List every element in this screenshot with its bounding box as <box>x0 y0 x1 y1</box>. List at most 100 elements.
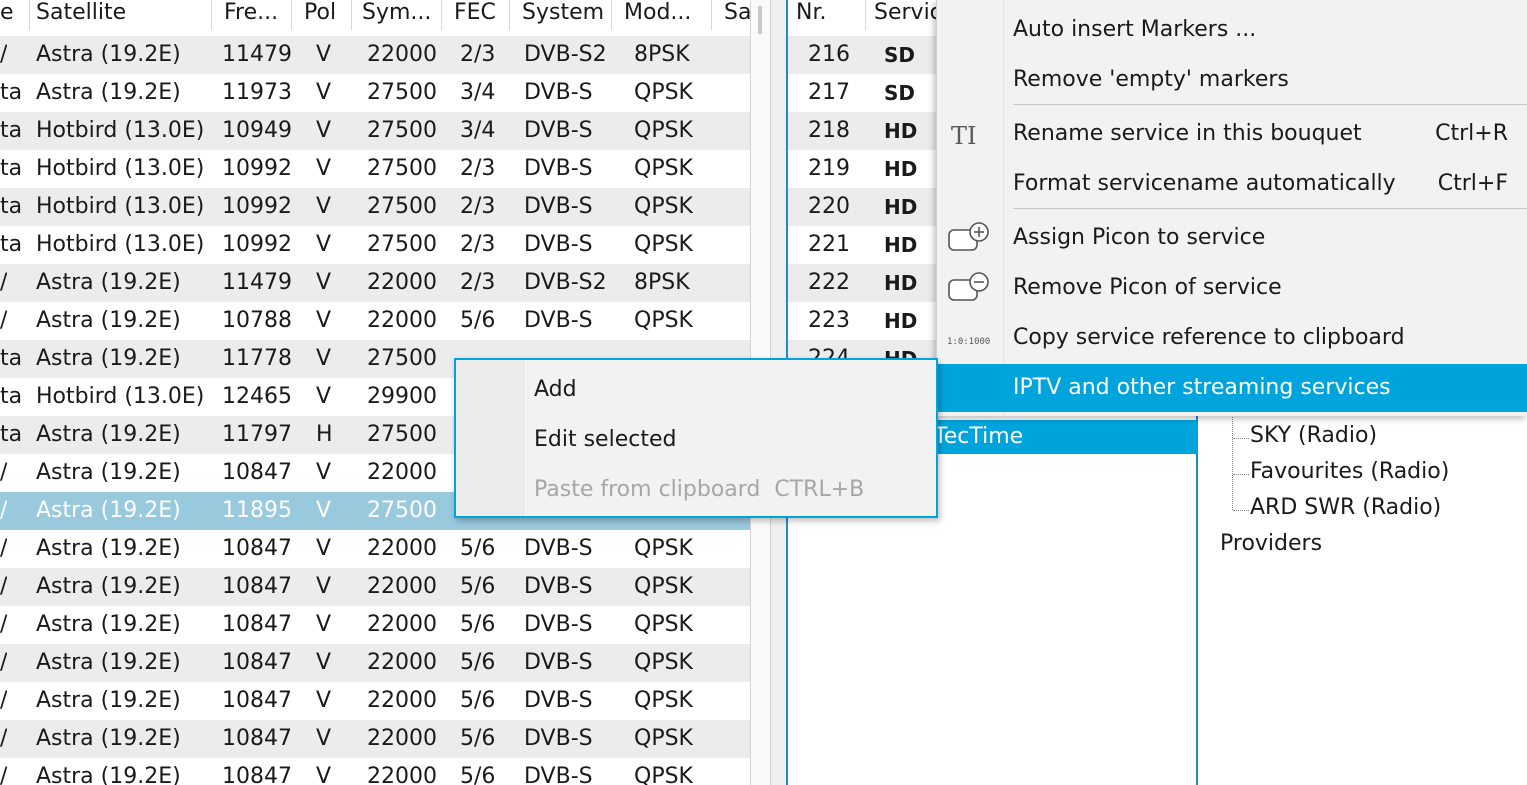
cell-type: ta <box>0 194 23 219</box>
menu-item-assign-picon[interactable]: Assign Picon to service <box>937 214 1527 262</box>
cell-symbolrate: 27500 <box>367 80 437 105</box>
cell-symbolrate: 27500 <box>367 232 437 257</box>
table-row[interactable]: ta Hotbird (13.0E) 10992 V 27500 2/3 DVB-S QPSK <box>0 188 750 226</box>
cell-number: 218 <box>808 118 850 143</box>
tree-item-sky-radio[interactable]: SKY (Radio) <box>1250 421 1377 451</box>
cell-satellite: Astra (19.2E) <box>36 764 181 785</box>
cell-service-type: SD <box>884 43 916 67</box>
column-header-type[interactable]: e <box>0 0 30 30</box>
cell-satellite: Astra (19.2E) <box>36 688 181 713</box>
cell-type: / <box>0 270 8 295</box>
table-row[interactable]: ta Hotbird (13.0E) 10949 V 27500 3/4 DVB-S QPSK <box>0 112 750 150</box>
cell-frequency: 11479 <box>222 42 292 67</box>
table-row[interactable]: 219 HD <box>788 150 936 188</box>
cell-system: DVB-S <box>524 612 593 637</box>
cell-type: / <box>0 650 8 675</box>
cell-fec: 2/3 <box>460 42 496 67</box>
menu-item-rename-service[interactable]: TI Rename service in this bouquet Ctrl+R <box>937 110 1527 158</box>
cell-frequency: 11895 <box>222 498 292 523</box>
column-header-sat-extra[interactable]: Sa <box>712 0 750 30</box>
cell-symbolrate: 22000 <box>367 42 437 67</box>
column-header-service[interactable]: Servic <box>866 0 936 30</box>
table-row[interactable]: / Astra (19.2E) 10847 V 22000 5/6 DVB-S QPSK <box>0 758 750 785</box>
cell-system: DVB-S2 <box>524 42 607 67</box>
cell-system: DVB-S <box>524 688 593 713</box>
cell-fec: 5/6 <box>460 308 496 333</box>
table-row[interactable]: / Astra (19.2E) 10847 V 22000 5/6 DVB-S QPSK <box>0 568 750 606</box>
scrollbar-thumb[interactable] <box>758 6 762 34</box>
menu-item-format-servicename[interactable]: Format servicename automatically Ctrl+F <box>937 160 1527 208</box>
cell-satellite: Hotbird (13.0E) <box>36 194 205 219</box>
cell-service-type: SD <box>884 81 916 105</box>
table-row[interactable]: / Astra (19.2E) 10847 V 22000 5/6 DVB-S QPSK <box>0 644 750 682</box>
table-row[interactable]: 217 SD <box>788 74 936 112</box>
column-header-number[interactable]: Nr. <box>788 0 866 30</box>
cell-system: DVB-S <box>524 308 593 333</box>
tree-item-ard-swr-radio[interactable]: ARD SWR (Radio) <box>1250 493 1441 523</box>
cell-system: DVB-S <box>524 574 593 599</box>
table-row[interactable]: 223 HD <box>788 302 936 340</box>
table-row[interactable]: 220 HD <box>788 188 936 226</box>
menu-item-add[interactable]: Add <box>534 368 577 412</box>
column-header-satellite[interactable]: Satellite <box>30 0 212 30</box>
table-row[interactable]: / Astra (19.2E) 10847 V 22000 5/6 DVB-S QPSK <box>0 682 750 720</box>
cell-symbolrate: 22000 <box>367 308 437 333</box>
menu-item-auto-insert-markers[interactable]: Auto insert Markers ... <box>937 6 1527 54</box>
cell-fec: 5/6 <box>460 688 496 713</box>
column-header-modulation[interactable]: Mod... <box>612 0 712 30</box>
cell-polarisation: V <box>316 574 332 599</box>
table-row[interactable]: / Astra (19.2E) 10847 V 22000 5/6 DVB-S QPSK <box>0 530 750 568</box>
table-row[interactable]: 222 HD <box>788 264 936 302</box>
cell-service-type: HD <box>884 271 918 295</box>
cell-service-type: HD <box>884 157 918 181</box>
cell-polarisation: V <box>316 536 332 561</box>
cell-type: / <box>0 574 8 599</box>
table-row[interactable]: 221 HD <box>788 226 936 264</box>
cell-satellite: Astra (19.2E) <box>36 650 181 675</box>
menu-item-remove-empty-markers[interactable]: Remove 'empty' markers <box>937 56 1527 104</box>
column-header-symbolrate[interactable]: Sym... <box>352 0 442 30</box>
bouquet-context-menu[interactable]: Auto insert Markers ... Remove 'empty' m… <box>936 0 1527 416</box>
table-row[interactable]: 224 HD <box>788 340 936 360</box>
table-row[interactable]: ta Astra (19.2E) 11973 V 27500 3/4 DVB-S QPSK <box>0 74 750 112</box>
cell-modulation: QPSK <box>634 308 693 333</box>
cell-frequency: 10847 <box>222 764 292 785</box>
cell-satellite: Astra (19.2E) <box>36 536 181 561</box>
table-row[interactable]: / Astra (19.2E) 10847 V 22000 5/6 DVB-S QPSK <box>0 720 750 758</box>
bouquet-tree[interactable]: SKY (Radio) Favourites (Radio) ARD SWR (… <box>1200 410 1527 785</box>
menu-item-remove-picon[interactable]: Remove Picon of service <box>937 264 1527 312</box>
menu-item-label: Assign Picon to service <box>1013 225 1266 250</box>
table-row[interactable]: / Astra (19.2E) 11479 V 22000 2/3 DVB-S2 8PSK <box>0 264 750 302</box>
cell-frequency: 11797 <box>222 422 292 447</box>
cell-modulation: QPSK <box>634 726 693 751</box>
cell-symbolrate: 22000 <box>367 460 437 485</box>
table-row[interactable]: 218 HD <box>788 112 936 150</box>
table-row[interactable]: / Astra (19.2E) 11479 V 22000 2/3 DVB-S2 8PSK <box>0 36 750 74</box>
menu-item-copy-service-reference[interactable]: 1:0:1000 Copy service reference to clipb… <box>937 314 1527 362</box>
menu-item-paste-from-clipboard[interactable]: Paste from clipboard CTRL+B <box>534 468 864 512</box>
cell-polarisation: V <box>316 80 332 105</box>
tree-item-providers[interactable]: Providers <box>1220 529 1322 559</box>
cell-frequency: 10992 <box>222 156 292 181</box>
menu-item-edit-selected[interactable]: Edit selected <box>534 418 676 462</box>
column-header-polarisation[interactable]: Pol <box>292 0 352 30</box>
table-row[interactable]: ta Hotbird (13.0E) 10992 V 27500 2/3 DVB-S QPSK <box>0 226 750 264</box>
cell-number: 221 <box>808 232 850 257</box>
bouquet-services-table[interactable]: Nr. Servic 216 SD 217 SD 218 HD 219 HD 220 HD 221 H… <box>786 0 936 360</box>
cell-polarisation: V <box>316 460 332 485</box>
table-row[interactable]: / Astra (19.2E) 10847 V 22000 5/6 DVB-S QPSK <box>0 606 750 644</box>
table-row[interactable]: 216 SD <box>788 36 936 74</box>
cell-satellite: Astra (19.2E) <box>36 346 181 371</box>
column-header-system[interactable]: System <box>510 0 612 30</box>
cell-fec: 3/4 <box>460 80 496 105</box>
cell-satellite: Hotbird (13.0E) <box>36 156 205 181</box>
menu-item-iptv-streaming[interactable]: IPTV and other streaming services <box>937 364 1527 412</box>
services-context-menu[interactable]: Add Edit selected Paste from clipboard C… <box>454 358 938 518</box>
column-header-frequency[interactable]: Fre... <box>212 0 292 30</box>
column-header-fec[interactable]: FEC <box>442 0 510 30</box>
cell-frequency: 11479 <box>222 270 292 295</box>
tree-item-favourites-radio[interactable]: Favourites (Radio) <box>1250 457 1449 487</box>
table-row[interactable]: ta Hotbird (13.0E) 10992 V 27500 2/3 DVB-S QPSK <box>0 150 750 188</box>
table-row[interactable]: / Astra (19.2E) 10788 V 22000 5/6 DVB-S QPSK <box>0 302 750 340</box>
cell-frequency: 10847 <box>222 536 292 561</box>
